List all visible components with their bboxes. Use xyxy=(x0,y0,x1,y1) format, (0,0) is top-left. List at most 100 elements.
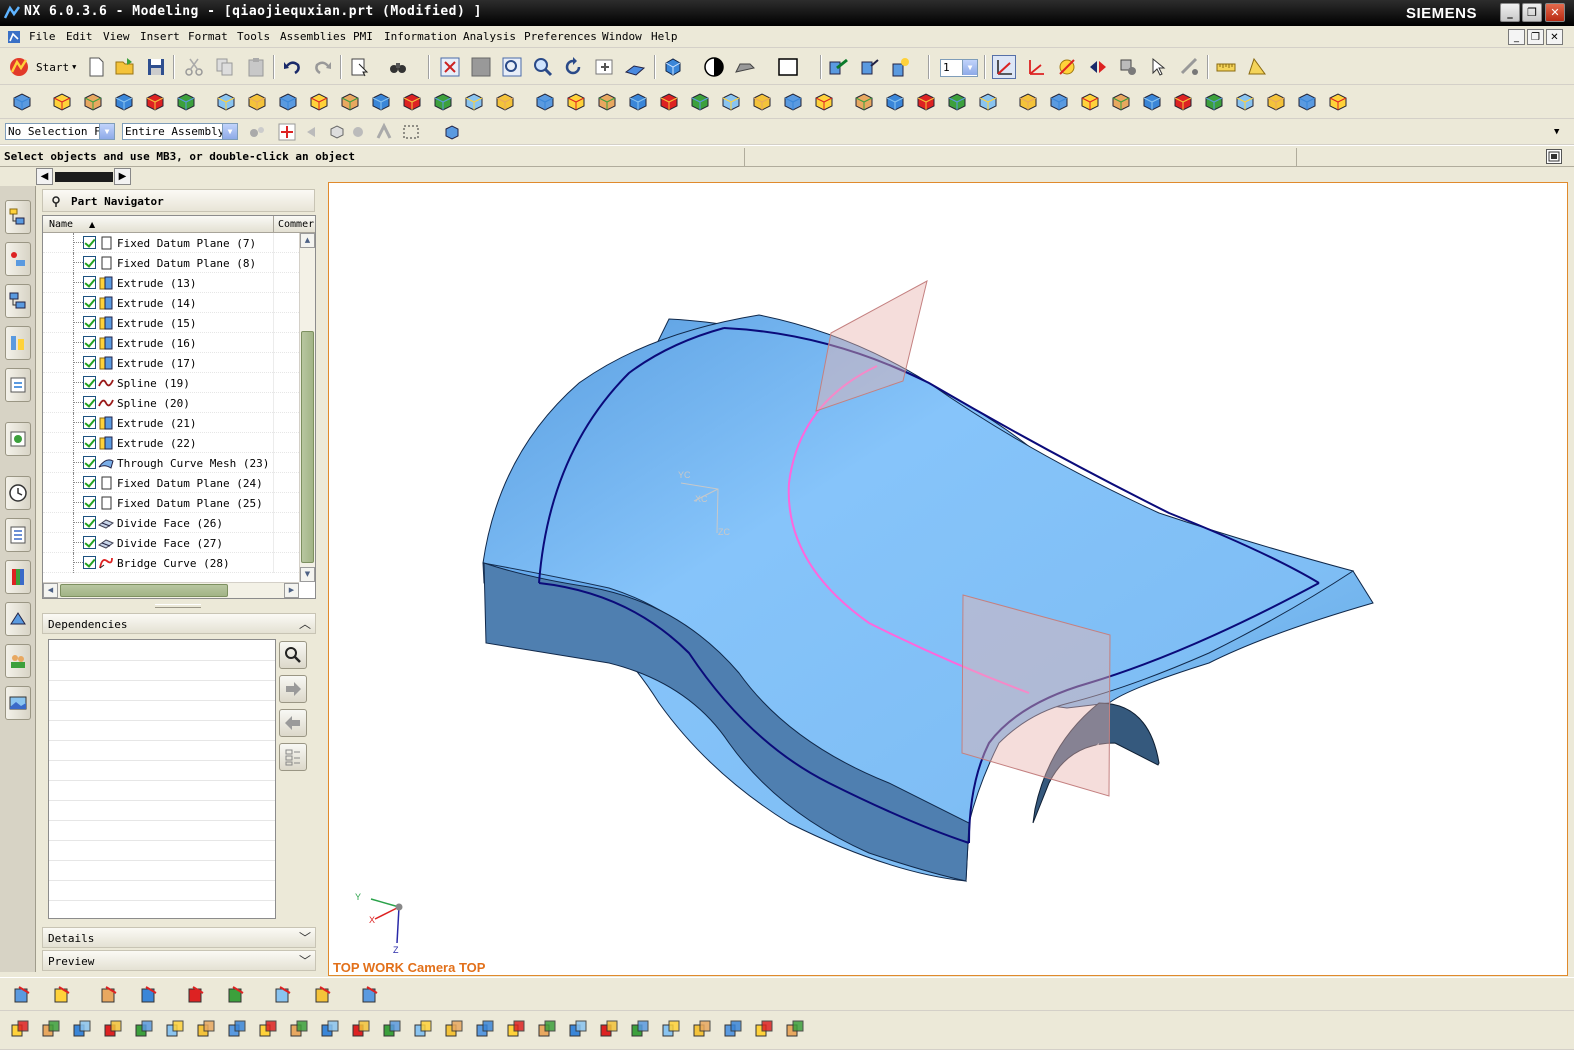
visibility-checkbox[interactable] xyxy=(83,376,96,389)
datum-csys-button[interactable] xyxy=(112,89,136,113)
spline-button[interactable] xyxy=(914,89,938,113)
visibility-checkbox[interactable] xyxy=(83,496,96,509)
tree-row[interactable]: Through Curve Mesh (23) xyxy=(43,453,299,473)
slot-button[interactable] xyxy=(369,89,393,113)
point-button[interactable] xyxy=(945,89,969,113)
panel-splitter[interactable] xyxy=(155,604,201,608)
color-button[interactable] xyxy=(776,55,800,79)
rotate-button[interactable] xyxy=(561,55,585,79)
constraint-navigator-tab[interactable] xyxy=(5,242,31,276)
unite-button[interactable] xyxy=(750,89,774,113)
new-parent-button[interactable] xyxy=(39,1017,63,1041)
split-body-button[interactable] xyxy=(719,89,743,113)
pin-icon[interactable] xyxy=(49,194,63,208)
graphics-window[interactable]: YC XC ZC Y X Z TOP WORK Camera TOP xyxy=(328,182,1568,976)
menu-format[interactable]: Format xyxy=(188,30,228,43)
visibility-checkbox[interactable] xyxy=(83,296,96,309)
n-sided-button[interactable] xyxy=(1109,89,1133,113)
hole-button[interactable] xyxy=(245,89,269,113)
tree-row[interactable]: Fixed Datum Plane (7) xyxy=(43,233,299,253)
tree-row[interactable]: Extrude (14) xyxy=(43,293,299,313)
visibility-checkbox[interactable] xyxy=(83,476,96,489)
history-tab[interactable] xyxy=(5,476,31,510)
display-dof-button[interactable] xyxy=(349,1017,373,1041)
tree-row[interactable]: Fixed Datum Plane (25) xyxy=(43,493,299,513)
menu-help[interactable]: Help xyxy=(651,30,678,43)
dependency-settings-button[interactable] xyxy=(279,743,307,771)
subtract-button[interactable] xyxy=(781,89,805,113)
details-panel-header[interactable]: Details ﹀ xyxy=(42,927,316,948)
scroll-up-button[interactable]: ▲ xyxy=(300,233,315,248)
background-button[interactable] xyxy=(702,55,726,79)
wave-geometry-button[interactable] xyxy=(535,1017,559,1041)
sew-button[interactable] xyxy=(1233,89,1257,113)
quick-pick-button[interactable] xyxy=(440,120,464,144)
pan-button[interactable] xyxy=(592,55,616,79)
palette-tab[interactable] xyxy=(5,686,31,720)
boss-button[interactable] xyxy=(276,89,300,113)
minimize-button[interactable]: _ xyxy=(1500,3,1520,22)
bounded-plane-button[interactable] xyxy=(1140,89,1164,113)
render-style-button[interactable] xyxy=(661,55,685,79)
scroll-left-arrow[interactable]: ◀ xyxy=(43,583,58,598)
tree-row[interactable]: Fixed Datum Plane (24) xyxy=(43,473,299,493)
perspective-button[interactable] xyxy=(623,55,647,79)
select-all-button[interactable] xyxy=(325,120,349,144)
assembly-constraints-button[interactable] xyxy=(358,983,382,1007)
visibility-checkbox[interactable] xyxy=(83,276,96,289)
mirror-assembly-button[interactable] xyxy=(225,1017,249,1041)
column-comment[interactable]: Commer xyxy=(278,219,314,230)
intersect-button[interactable] xyxy=(812,89,836,113)
wave-linker-button[interactable] xyxy=(184,983,208,1007)
menu-edit[interactable]: Edit xyxy=(66,30,93,43)
hd3d-tools-tab[interactable] xyxy=(5,368,31,402)
cylinder-button[interactable] xyxy=(431,89,455,113)
paste-button[interactable] xyxy=(244,55,268,79)
preview-panel-header[interactable]: Preview ﹀ xyxy=(42,950,316,971)
assembly-cut-button[interactable] xyxy=(628,1017,652,1041)
offset-surface-button[interactable] xyxy=(1171,89,1195,113)
tree-row[interactable]: Divide Face (26) xyxy=(43,513,299,533)
weight-management-button[interactable] xyxy=(752,1017,776,1041)
open-file-button[interactable] xyxy=(113,55,137,79)
visibility-checkbox[interactable] xyxy=(83,436,96,449)
edit-arrangement-button[interactable] xyxy=(163,1017,187,1041)
tree-row[interactable]: Spline (20) xyxy=(43,393,299,413)
menu-window[interactable]: Window xyxy=(602,30,642,43)
trim-body-button[interactable] xyxy=(688,89,712,113)
edge-display-button[interactable] xyxy=(733,55,757,79)
menu-view[interactable]: View xyxy=(103,30,130,43)
extension-button[interactable] xyxy=(1202,89,1226,113)
system-scenes-tab[interactable] xyxy=(5,602,31,636)
groove-button[interactable] xyxy=(400,89,424,113)
tree-vertical-scrollbar[interactable]: ▲ ▼ xyxy=(299,233,315,582)
block-button[interactable] xyxy=(462,89,486,113)
scroll-right-button[interactable]: ▶ xyxy=(114,168,131,185)
fit-view-button[interactable] xyxy=(438,55,462,79)
menu-assemblies[interactable]: Assemblies xyxy=(280,30,346,43)
tree-horizontal-scrollbar[interactable]: ◀ ▶ xyxy=(43,582,299,598)
extrude-button[interactable] xyxy=(143,89,167,113)
dependency-forward-button[interactable] xyxy=(279,675,307,703)
zoom-button[interactable] xyxy=(500,55,524,79)
tree-row[interactable]: Extrude (15) xyxy=(43,313,299,333)
wcs-button[interactable] xyxy=(889,55,913,79)
revolve-button[interactable] xyxy=(174,89,198,113)
dependency-back-button[interactable] xyxy=(279,709,307,737)
snap-point-button[interactable] xyxy=(275,120,299,144)
resource-scroll[interactable]: ◀ ▶ xyxy=(36,167,132,187)
roles-tab[interactable] xyxy=(5,644,31,678)
transform-button[interactable] xyxy=(858,55,882,79)
assembly-button[interactable] xyxy=(1116,55,1140,79)
assembly-sequencing-button[interactable] xyxy=(473,1017,497,1041)
measure-button[interactable] xyxy=(1178,55,1202,79)
mate-button[interactable] xyxy=(50,983,74,1007)
reuse-library-tab[interactable] xyxy=(5,326,31,360)
line-button[interactable] xyxy=(852,89,876,113)
scroll-right-arrow[interactable]: ▶ xyxy=(284,583,299,598)
redo-button[interactable] xyxy=(311,55,335,79)
sequence-button[interactable] xyxy=(224,983,248,1007)
visibility-checkbox[interactable] xyxy=(83,316,96,329)
trim-sheet-button[interactable] xyxy=(1264,89,1288,113)
zoom-in-out-button[interactable] xyxy=(531,55,555,79)
